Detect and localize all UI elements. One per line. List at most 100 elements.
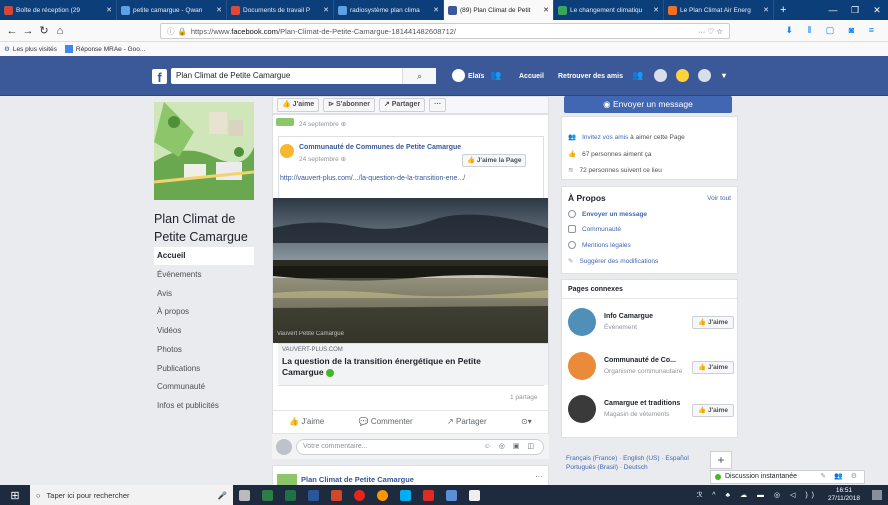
close-icon[interactable]: ✕ — [212, 6, 222, 14]
avatar[interactable] — [452, 69, 465, 82]
home-link[interactable]: Accueil — [519, 73, 544, 80]
close-window-button[interactable]: ✕ — [866, 0, 888, 20]
nav-publications[interactable]: Publications — [154, 360, 254, 378]
url-bar[interactable]: ⓘ 🔒 https://www. facebook.com/Plan-Climat… — [160, 23, 730, 39]
nav-communaute[interactable]: Communauté — [154, 378, 254, 396]
share-page-button[interactable]: ↗ Partager — [378, 98, 426, 112]
minimize-button[interactable]: — — [822, 0, 844, 20]
shares-count[interactable]: 1 partage — [510, 394, 537, 401]
like-related-button[interactable]: 👍 J'aime — [692, 404, 734, 417]
comment-button[interactable]: 💬 Commenter — [359, 417, 413, 426]
related-page-thumbnail[interactable] — [568, 352, 596, 380]
nav-evenements[interactable]: Événements — [154, 266, 254, 284]
friend-requests-icon[interactable]: 👥 — [632, 70, 643, 81]
legal-link[interactable]: Mentions légales — [582, 242, 631, 249]
close-icon[interactable]: ✕ — [759, 6, 769, 14]
notification-center-icon[interactable] — [872, 490, 882, 500]
comment-tools-icon[interactable]: ☺ ◎ ▣ ◫ — [484, 440, 537, 454]
like-post-button[interactable]: 👍 J'aime — [289, 417, 324, 426]
microphone-icon[interactable]: 🎤 — [218, 491, 227, 500]
language-line[interactable]: Português (Brasil) · Deutsch — [566, 463, 689, 472]
messenger-icon[interactable] — [654, 69, 667, 82]
like-page-button[interactable]: 👍 J'aime — [277, 98, 320, 112]
caret-down-icon[interactable]: ▾ — [722, 71, 726, 80]
page-actions-icon[interactable]: ··· ♡ ☆ — [698, 27, 723, 36]
invite-friends-link[interactable]: Invitez vos amis — [582, 134, 628, 141]
notifications-icon[interactable] — [676, 69, 689, 82]
home-icon[interactable]: ⌂ — [52, 25, 68, 37]
windows-start-icon[interactable]: ⊞ — [0, 489, 30, 502]
nav-infos-publicites[interactable]: Infos et publicités — [154, 397, 254, 415]
excel-icon[interactable] — [285, 489, 296, 501]
opera-icon[interactable] — [354, 489, 365, 501]
browser-tab-active[interactable]: (89) Plan Climat de Petit ✕ — [444, 0, 554, 20]
related-page-name[interactable]: Info Camargue — [604, 313, 653, 320]
chat-bar[interactable]: Discussion instantanée ✎ 👥 ⚙ — [710, 470, 865, 484]
see-all-link[interactable]: Voir tout — [707, 195, 731, 202]
browser-tab[interactable]: Le Plan Climat Air Energ ✕ — [664, 0, 774, 20]
add-language-button[interactable]: + — [710, 451, 732, 469]
follow-button[interactable]: ⊳ S'abonner — [323, 98, 375, 112]
shared-author-name[interactable]: Communauté de Communes de Petite Camargu… — [299, 144, 461, 151]
nav-videos[interactable]: Vidéos — [154, 322, 254, 340]
profile-link[interactable]: Elaïs — [468, 73, 484, 80]
browser-tab[interactable]: Le changement climatiqu ✕ — [554, 0, 664, 20]
system-tray-icons[interactable]: ℛ ^ ♣ ☁ ▬ ◎ ◁ )) — [697, 491, 818, 499]
friends-icon[interactable]: 👥 — [490, 70, 501, 81]
send-message-button[interactable]: ◉ Envoyer un message — [564, 96, 732, 113]
share-post-button[interactable]: ↗ Partager — [447, 417, 487, 426]
send-message-link[interactable]: Envoyer un message — [582, 211, 647, 218]
related-page-name[interactable]: Camargue et traditions — [604, 400, 680, 407]
chat-options-icon[interactable]: ✎ 👥 ⚙ — [820, 471, 860, 483]
bookmark-item[interactable]: Réponse MRAe - Goo... — [76, 46, 145, 53]
search-icon[interactable]: ⌕ — [402, 68, 436, 84]
close-icon[interactable]: ✕ — [102, 6, 112, 14]
photos-icon[interactable] — [469, 489, 480, 501]
search-input[interactable]: Plan Climat de Petite Camargue — [171, 68, 436, 84]
like-related-button[interactable]: 👍 J'aime — [692, 316, 734, 329]
related-page-thumbnail[interactable] — [568, 395, 596, 423]
like-related-button[interactable]: 👍 J'aime — [692, 361, 734, 374]
language-line[interactable]: Français (France) · English (US) · Españ… — [566, 454, 689, 463]
more-options-icon[interactable]: ··· — [535, 472, 543, 481]
file-explorer-icon[interactable] — [262, 489, 273, 501]
post-author[interactable]: Plan Climat de Petite Camargue — [301, 475, 414, 484]
browser-tab[interactable]: Boîte de réception (29 ✕ — [0, 0, 117, 20]
link-url[interactable]: http://vauvert-plus.com/.../la-question-… — [280, 175, 465, 182]
new-tab-button[interactable]: + — [774, 0, 792, 20]
powerpoint-icon[interactable] — [331, 489, 342, 501]
page-profile-picture[interactable] — [154, 102, 254, 200]
shared-author-avatar[interactable] — [280, 144, 294, 158]
audience-selector[interactable]: ⊙▾ — [521, 417, 532, 426]
toolbar-icons[interactable]: ⬇ ⫴ ▢ ◙ ≡ — [785, 25, 880, 36]
browser-tab[interactable]: Documents de travail P ✕ — [227, 0, 334, 20]
language-links[interactable]: Français (France) · English (US) · Españ… — [566, 454, 689, 472]
maximize-button[interactable]: ❐ — [844, 0, 866, 20]
clock[interactable]: 16:51 27/11/2018 — [828, 487, 860, 503]
post-avatar[interactable] — [276, 118, 294, 126]
facebook-logo-icon[interactable]: f — [152, 69, 167, 85]
like-page-button[interactable]: 👍 J'aime la Page — [462, 154, 527, 167]
related-page-name[interactable]: Communauté de Co... — [604, 357, 676, 364]
close-icon[interactable]: ✕ — [319, 6, 329, 14]
skype-icon[interactable] — [400, 489, 411, 501]
browser-tab[interactable]: radiosystème plan clima ✕ — [334, 0, 444, 20]
close-icon[interactable]: ✕ — [429, 6, 439, 14]
shared-date[interactable]: 24 septembre ⊕ — [299, 155, 346, 163]
app-icon[interactable] — [446, 489, 457, 501]
taskbar-search[interactable]: ○ Taper ici pour rechercher 🎤 — [30, 485, 233, 505]
task-view-icon[interactable] — [239, 489, 250, 501]
browser-tab[interactable]: petite camargue - Qwan ✕ — [117, 0, 227, 20]
link-title[interactable]: La question de la transition énergétique… — [282, 356, 512, 378]
more-options-button[interactable]: ··· — [429, 98, 447, 112]
nav-photos[interactable]: Photos — [154, 341, 254, 359]
related-page-thumbnail[interactable] — [568, 308, 596, 336]
bookmark-item[interactable]: Les plus visités — [13, 46, 57, 53]
close-icon[interactable]: ✕ — [649, 6, 659, 14]
post-date[interactable]: 24 septembre ⊕ — [299, 120, 346, 128]
back-icon[interactable]: ← — [4, 25, 20, 37]
acrobat-icon[interactable] — [423, 489, 434, 501]
help-icon[interactable] — [698, 69, 711, 82]
nav-avis[interactable]: Avis — [154, 285, 254, 303]
forward-icon[interactable]: → — [20, 25, 36, 37]
